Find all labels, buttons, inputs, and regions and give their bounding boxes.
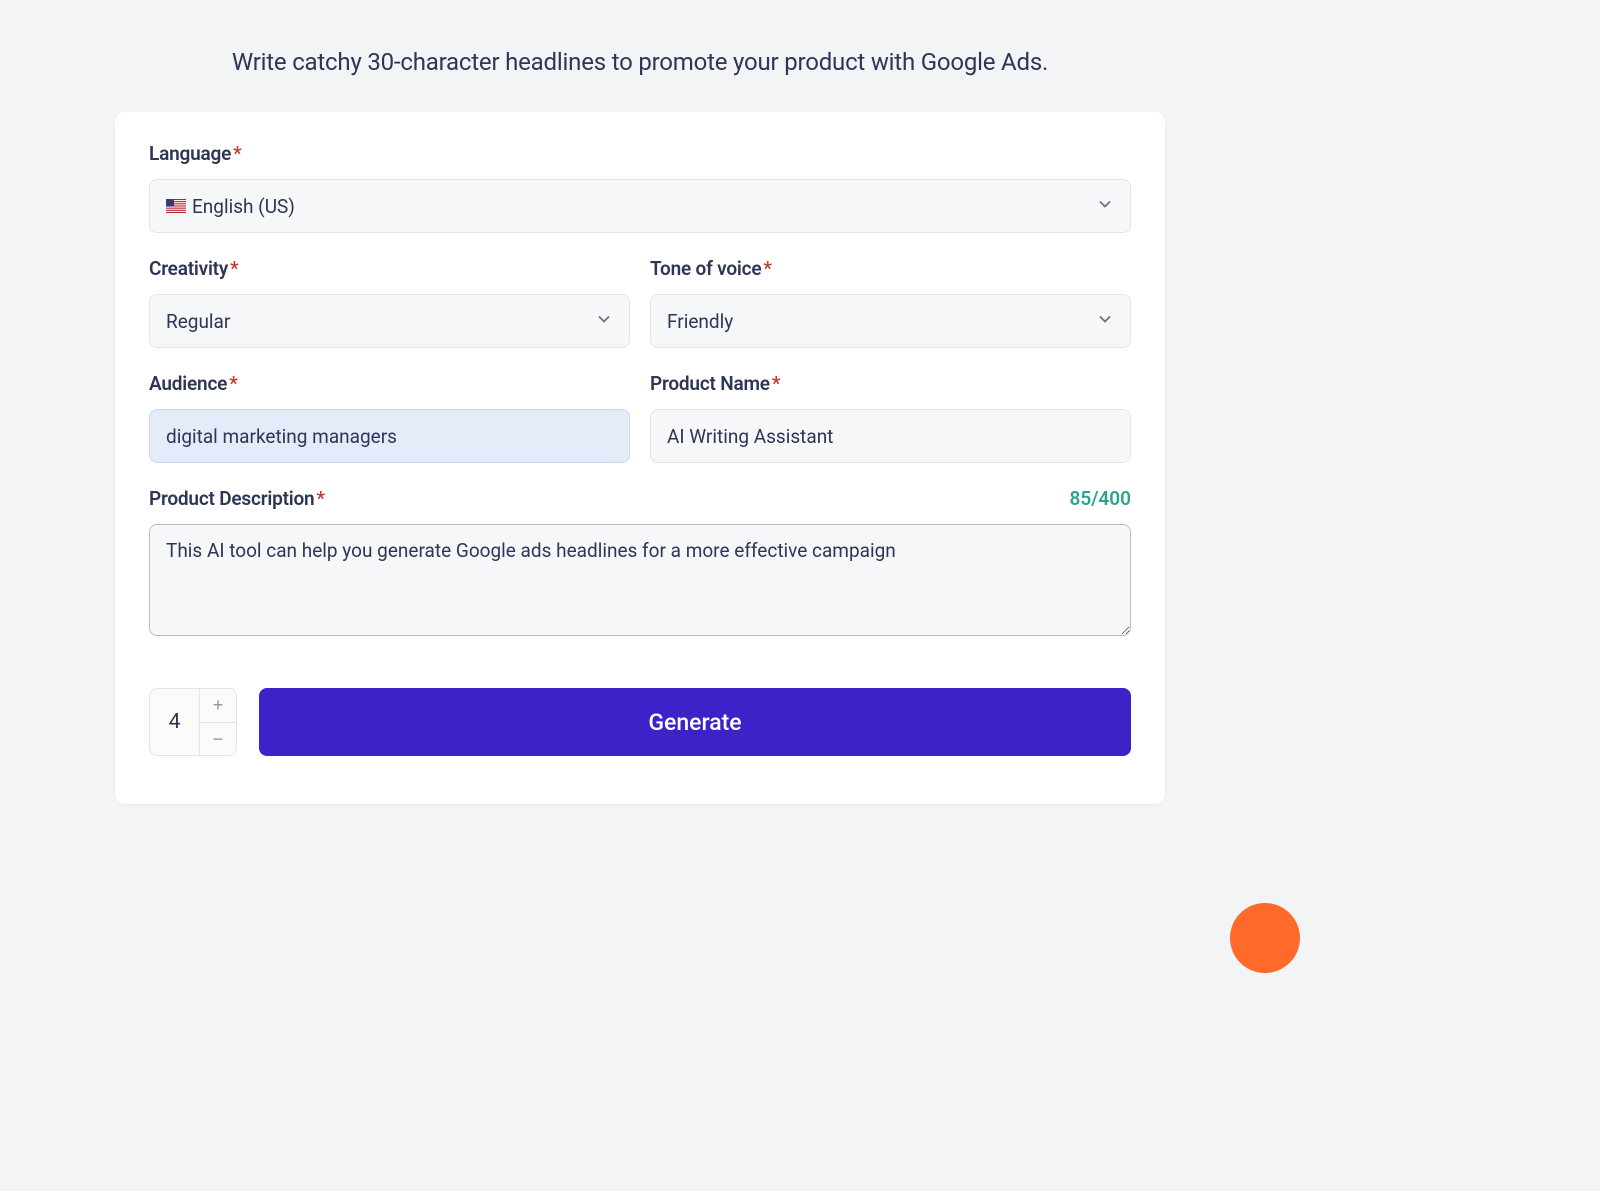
- product-description-label: Product Description*: [149, 487, 325, 510]
- plus-icon: +: [213, 696, 224, 714]
- language-label: Language*: [149, 142, 1131, 165]
- creativity-group: Creativity* Regular: [149, 257, 630, 348]
- action-row: 4 + − Generate: [149, 688, 1131, 756]
- language-select-wrapper: English (US): [149, 179, 1131, 233]
- audience-label-text: Audience: [149, 372, 227, 395]
- creativity-label-text: Creativity: [149, 257, 228, 280]
- language-label-text: Language: [149, 142, 231, 165]
- tone-select[interactable]: Friendly: [650, 294, 1131, 348]
- audience-group: Audience*: [149, 372, 630, 463]
- language-select[interactable]: English (US): [149, 179, 1131, 233]
- product-description-textarea[interactable]: [149, 524, 1131, 636]
- creativity-value: Regular: [166, 310, 230, 333]
- creativity-select[interactable]: Regular: [149, 294, 630, 348]
- product-name-input[interactable]: [650, 409, 1131, 463]
- corner-badge: [1230, 903, 1300, 973]
- tone-group: Tone of voice* Friendly: [650, 257, 1131, 348]
- char-count: 85/400: [1070, 487, 1132, 510]
- quantity-decrement[interactable]: −: [200, 723, 236, 756]
- form-card: Language* English (US): [115, 112, 1165, 804]
- required-asterisk: *: [316, 487, 324, 510]
- quantity-stepper: 4 + −: [149, 688, 237, 756]
- product-name-group: Product Name*: [650, 372, 1131, 463]
- generate-button[interactable]: Generate: [259, 688, 1131, 756]
- language-group: Language* English (US): [149, 142, 1131, 233]
- product-description-label-text: Product Description: [149, 487, 314, 510]
- product-name-label-text: Product Name: [650, 372, 770, 395]
- required-asterisk: *: [229, 372, 237, 395]
- creativity-label: Creativity*: [149, 257, 630, 280]
- product-description-group: Product Description* 85/400: [149, 487, 1131, 640]
- tone-select-wrapper: Friendly: [650, 294, 1131, 348]
- audience-input[interactable]: [149, 409, 630, 463]
- creativity-select-wrapper: Regular: [149, 294, 630, 348]
- stepper-buttons: + −: [200, 689, 236, 755]
- description-header: Product Description* 85/400: [149, 487, 1131, 510]
- quantity-value: 4: [150, 689, 200, 755]
- required-asterisk: *: [763, 257, 771, 280]
- required-asterisk: *: [772, 372, 780, 395]
- quantity-increment[interactable]: +: [200, 689, 236, 723]
- minus-icon: −: [213, 730, 224, 748]
- language-value: English (US): [192, 195, 295, 218]
- page-description: Write catchy 30-character headlines to p…: [0, 0, 1280, 80]
- required-asterisk: *: [233, 142, 241, 165]
- tone-value: Friendly: [667, 310, 733, 333]
- required-asterisk: *: [230, 257, 238, 280]
- audience-label: Audience*: [149, 372, 630, 395]
- us-flag-icon: [166, 199, 186, 213]
- product-name-label: Product Name*: [650, 372, 1131, 395]
- tone-label-text: Tone of voice: [650, 257, 761, 280]
- tone-label: Tone of voice*: [650, 257, 1131, 280]
